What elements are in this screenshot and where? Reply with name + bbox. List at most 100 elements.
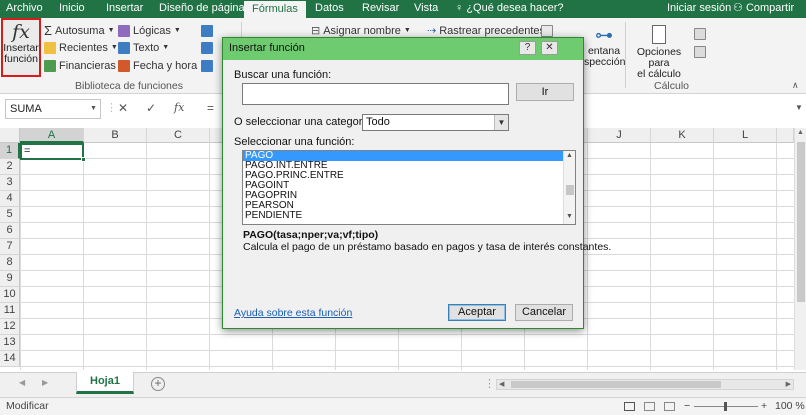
tab-archivo[interactable]: Archivo <box>6 0 43 18</box>
collapse-ribbon-icon[interactable]: ∧ <box>792 80 799 91</box>
category-select[interactable]: Todo ▼ <box>362 114 509 131</box>
horizontal-scrollbar[interactable]: ◀ ▶ <box>496 379 794 390</box>
column-header[interactable] <box>777 128 794 143</box>
tab-formulas[interactable]: Fórmulas <box>244 0 306 18</box>
normal-view-icon[interactable] <box>624 402 635 411</box>
lookup-button[interactable] <box>201 23 213 38</box>
dialog-title-bar[interactable]: Insertar función ? ✕ <box>223 38 583 60</box>
share-button[interactable]: ⚇ Compartir <box>733 0 794 18</box>
trace-precedents-button[interactable]: ⇢ Rastrear precedentes <box>427 23 545 38</box>
define-name-button[interactable]: ⊟ Asignar nombre ▼ <box>311 23 411 38</box>
tab-vista[interactable]: Vista <box>414 0 438 18</box>
tell-me-box[interactable]: ♀ ¿Qué desea hacer? <box>455 0 564 18</box>
row-header[interactable]: 14 <box>0 351 20 367</box>
row-header[interactable]: 12 <box>0 319 20 335</box>
datetime-button[interactable]: Fecha y hora ▼ <box>118 58 207 73</box>
tab-insertar[interactable]: Insertar <box>106 0 143 18</box>
fill-handle[interactable] <box>81 157 86 162</box>
watch-window-button[interactable]: ⊶ entana spección <box>584 24 625 80</box>
insert-function-label-2: función <box>4 53 38 65</box>
tab-inicio[interactable]: Inicio <box>59 0 85 18</box>
autosum-button[interactable]: Σ Autosuma ▼ <box>44 23 115 38</box>
column-header[interactable]: L <box>714 128 777 143</box>
formula-input[interactable]: = <box>207 101 214 115</box>
active-cell-a1[interactable]: = <box>20 143 84 160</box>
scroll-up-icon[interactable]: ▲ <box>797 129 804 136</box>
name-box[interactable]: SUMA <box>5 99 101 119</box>
cancel-button[interactable]: Cancelar <box>515 304 573 321</box>
column-header[interactable]: A <box>20 128 84 143</box>
math-button[interactable] <box>201 40 213 55</box>
row-header[interactable]: 2 <box>0 159 20 175</box>
scroll-left-icon[interactable]: ◀ <box>499 380 504 388</box>
scroll-down-icon[interactable]: ▼ <box>564 213 575 220</box>
financial-button[interactable]: Financieras ▼ <box>44 58 126 73</box>
close-button[interactable]: ✕ <box>541 41 558 55</box>
row-header[interactable]: 5 <box>0 207 20 223</box>
row-header[interactable]: 4 <box>0 191 20 207</box>
function-help-link[interactable]: Ayuda sobre esta función <box>234 307 352 319</box>
fx-icon[interactable]: fx <box>174 101 184 114</box>
enter-icon[interactable]: ✓ <box>146 101 156 115</box>
zoom-in-icon[interactable]: + <box>761 398 767 415</box>
text-button[interactable]: Texto ▼ <box>118 40 169 55</box>
column-header[interactable]: B <box>84 128 147 143</box>
accept-button[interactable]: Aceptar <box>448 304 506 321</box>
next-sheet-icon[interactable]: ▶ <box>42 378 48 387</box>
row-header[interactable]: 1 <box>0 143 20 159</box>
zoom-slider-thumb[interactable] <box>724 402 727 411</box>
column-header[interactable]: K <box>651 128 714 143</box>
row-header[interactable]: 8 <box>0 255 20 271</box>
more-functions-button[interactable] <box>201 58 213 73</box>
function-list[interactable]: PAGO PAGO.INT.ENTRE PAGO.PRINC.ENTRE PAG… <box>242 150 576 225</box>
fx-icon: fx <box>12 21 30 43</box>
name-box-dropdown-icon[interactable]: ▼ <box>90 105 97 112</box>
tab-splitter-icon[interactable]: ⋮ <box>484 377 495 390</box>
vertical-scrollbar[interactable]: ▲ <box>794 128 806 370</box>
row-header[interactable]: 6 <box>0 223 20 239</box>
scroll-up-icon[interactable]: ▲ <box>564 152 575 159</box>
page-break-icon[interactable] <box>664 402 675 411</box>
chevron-down-icon[interactable]: ▼ <box>494 115 508 130</box>
vertical-scroll-thumb[interactable] <box>797 142 805 302</box>
row-header[interactable]: 9 <box>0 271 20 287</box>
expand-formula-bar-icon[interactable]: ▼ <box>795 103 803 112</box>
scroll-right-icon[interactable]: ▶ <box>786 380 791 388</box>
row-header[interactable]: 3 <box>0 175 20 191</box>
list-item[interactable]: PENDIENTE <box>243 211 575 221</box>
row-header[interactable]: 7 <box>0 239 20 255</box>
recent-button[interactable]: Recientes ▼ <box>44 40 118 55</box>
zoom-out-icon[interactable]: − <box>684 398 690 415</box>
row-header[interactable]: 10 <box>0 287 20 303</box>
error-checking-button[interactable] <box>541 23 553 38</box>
add-sheet-icon[interactable]: + <box>151 377 165 391</box>
list-item[interactable]: PAGO.PRINC.ENTRE <box>243 171 575 181</box>
list-scrollbar[interactable]: ▲ ▼ <box>563 151 575 224</box>
tab-revisar[interactable]: Revisar <box>362 0 399 18</box>
select-all-corner[interactable] <box>0 128 20 143</box>
list-scroll-thumb[interactable] <box>566 185 574 195</box>
horizontal-scroll-thumb[interactable] <box>511 381 721 388</box>
row-header[interactable]: 11 <box>0 303 20 319</box>
column-header[interactable]: C <box>147 128 210 143</box>
tab-datos[interactable]: Datos <box>315 0 344 18</box>
search-function-input[interactable] <box>242 83 509 105</box>
tab-diseno-pagina[interactable]: Diseño de página <box>159 0 245 18</box>
sheet-tab-hoja1[interactable]: Hoja1 <box>76 372 134 394</box>
cancel-icon[interactable]: ✕ <box>118 101 128 115</box>
page-layout-icon[interactable] <box>644 402 655 411</box>
column-header[interactable]: J <box>588 128 651 143</box>
help-button[interactable]: ? <box>519 41 536 55</box>
calculate-sheet-button[interactable] <box>694 44 706 59</box>
select-function-label: Seleccionar una función: <box>234 136 355 148</box>
function-description: Calcula el pago de un préstamo basado en… <box>243 241 612 253</box>
prev-sheet-icon[interactable]: ◀ <box>19 378 25 387</box>
go-button[interactable]: Ir <box>516 83 574 101</box>
zoom-level[interactable]: 100 % <box>775 398 805 415</box>
calc-options-button[interactable]: Opciones para el cálculo <box>628 24 690 80</box>
row-header[interactable]: 13 <box>0 335 20 351</box>
insert-function-button[interactable]: fx Insertar función <box>1 18 41 77</box>
calculate-now-button[interactable] <box>694 26 706 41</box>
signin-link[interactable]: Iniciar sesión <box>667 0 731 18</box>
logical-button[interactable]: Lógicas ▼ <box>118 23 181 38</box>
